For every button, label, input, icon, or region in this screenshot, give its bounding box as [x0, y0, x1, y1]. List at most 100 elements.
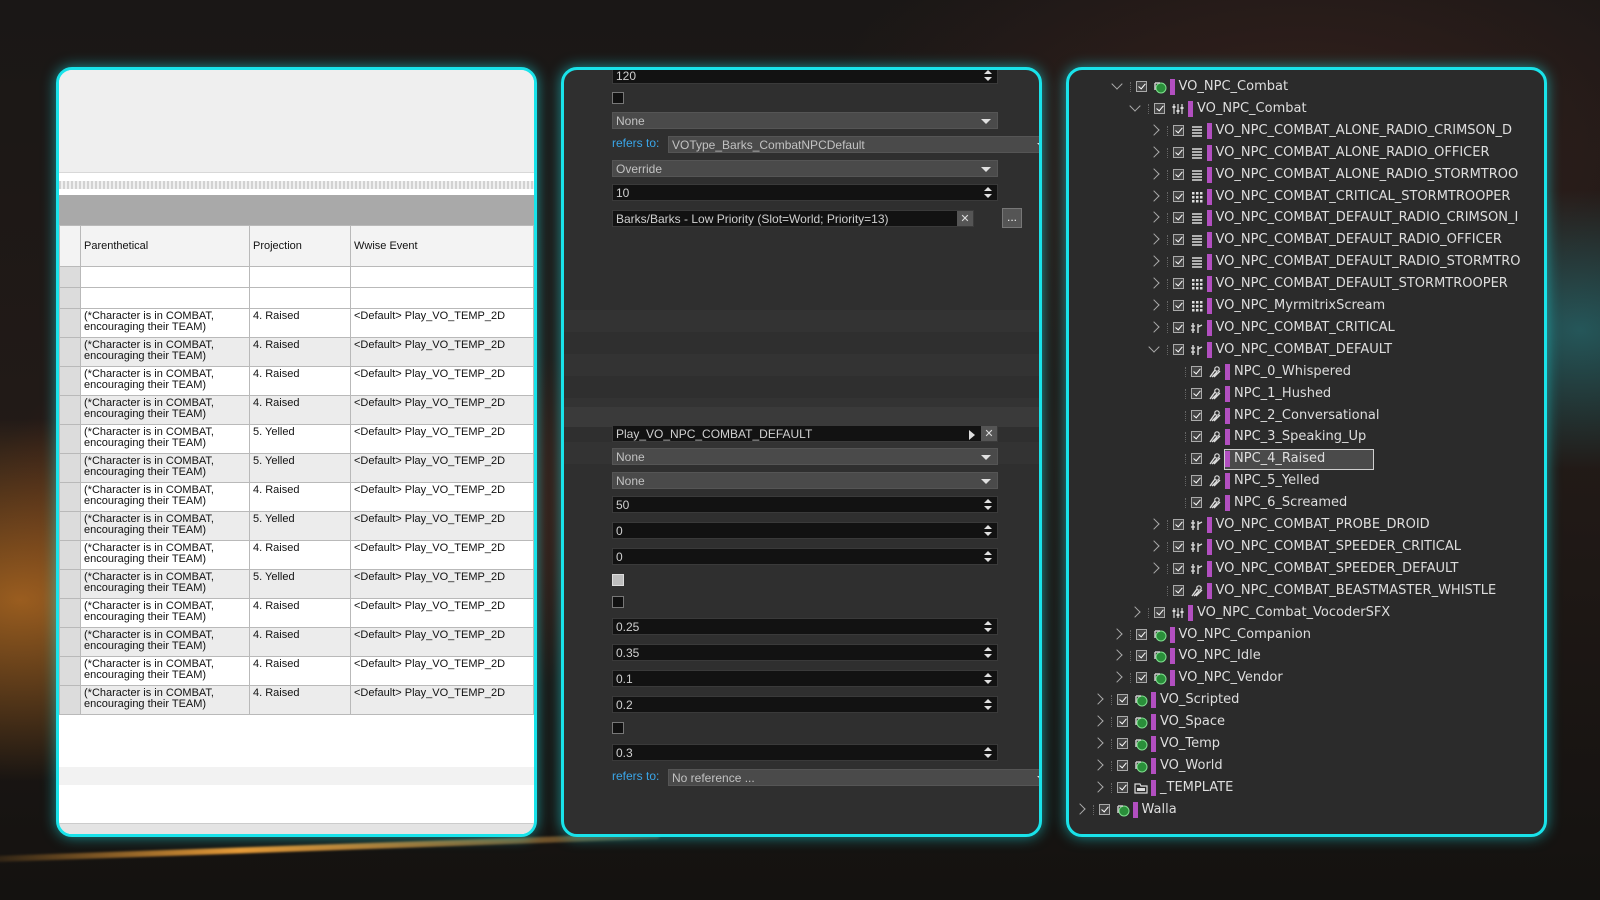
wwise-event-cell[interactable]: <Default> Play_VO_TEMP_2D	[350, 395, 534, 425]
collapse-arrow-icon[interactable]	[1110, 78, 1123, 90]
drag-handle[interactable]	[1148, 607, 1151, 618]
row-header[interactable]	[59, 482, 81, 512]
drag-handle[interactable]	[1129, 673, 1133, 684]
checkbox-checked[interactable]	[1172, 540, 1184, 552]
value-035-field[interactable]: 0.35	[612, 644, 998, 661]
projection-cell[interactable]: 4. Raised	[249, 482, 351, 512]
checkbox-checked[interactable]	[1117, 759, 1128, 771]
slot-reference-field[interactable]: Barks/Barks - Low Priority (Slot=World; …	[612, 210, 974, 227]
checkbox-checked[interactable]	[1172, 519, 1184, 530]
drag-handle[interactable]	[1166, 213, 1170, 224]
table-row[interactable]: (*Character is in COMBAT, encouraging th…	[59, 424, 534, 454]
wwise-event-cell[interactable]: <Default> Play_VO_TEMP_2D	[350, 656, 534, 686]
row-header[interactable]	[59, 511, 81, 541]
table-row[interactable]: (*Character is in COMBAT, encouraging th…	[59, 656, 534, 686]
expand-arrow-icon[interactable]	[1092, 693, 1104, 705]
wwise-event-cell[interactable]: <Default> Play_VO_TEMP_2D	[350, 569, 534, 599]
parenthetical-cell[interactable]: (*Character is in COMBAT, encouraging th…	[80, 627, 250, 657]
wwise-event-cell[interactable]: <Default> Play_VO_TEMP_2D	[350, 337, 534, 367]
wwise-event-cell[interactable]: <Default> Play_VO_TEMP_2D	[350, 511, 534, 541]
table-row[interactable]: (*Character is in COMBAT, encouraging th…	[59, 308, 534, 338]
value-02-field[interactable]: 0.2	[612, 696, 998, 713]
voice-type-reference-dropdown[interactable]: VOType_Barks_CombatNPCDefault	[668, 136, 1039, 153]
drag-handle[interactable]	[1185, 410, 1188, 421]
parenthetical-cell[interactable]: (*Character is in COMBAT, encouraging th…	[80, 366, 250, 396]
tree-item[interactable]: VO_NPC_COMBAT_CRITICAL	[1069, 318, 1544, 338]
expand-arrow-icon[interactable]	[1073, 803, 1086, 815]
checkbox-checked[interactable]	[1135, 81, 1147, 92]
parenthetical-cell[interactable]: (*Character is in COMBAT, encouraging th…	[80, 453, 250, 483]
wwise-event-cell[interactable]: <Default> Play_VO_TEMP_2D	[350, 366, 534, 396]
column-header-projection[interactable]: Projection	[249, 225, 351, 267]
checkbox-checked[interactable]	[1154, 102, 1165, 114]
column-header-parenthetical[interactable]: Parenthetical	[80, 225, 250, 267]
row-header[interactable]	[59, 685, 81, 715]
wwise-event-cell[interactable]: <Default> Play_VO_TEMP_2D	[350, 627, 534, 657]
expand-arrow-icon[interactable]	[1110, 649, 1123, 662]
checkbox-checked[interactable]	[1172, 300, 1184, 311]
table-cell[interactable]	[80, 287, 250, 309]
table-cell[interactable]	[350, 266, 534, 288]
checkbox-checked[interactable]	[1117, 781, 1128, 793]
table-cell[interactable]	[249, 266, 351, 288]
tree-item[interactable]: VO_NPC_COMBAT_SPEEDER_CRITICAL	[1069, 537, 1544, 557]
drag-handle[interactable]	[1166, 279, 1170, 290]
property-checkbox[interactable]	[612, 722, 624, 734]
value-03-field[interactable]: 0.3	[612, 744, 998, 761]
tree-item[interactable]: VO_NPC_COMBAT_ALONE_RADIO_STORMTROO	[1069, 165, 1544, 185]
value-0-field[interactable]: 0	[612, 522, 998, 539]
collapse-arrow-icon[interactable]	[1129, 100, 1141, 112]
expand-arrow-icon[interactable]	[1110, 671, 1123, 683]
table-cell[interactable]	[350, 287, 534, 309]
checkbox-checked[interactable]	[1191, 497, 1202, 509]
property-checkbox[interactable]	[612, 596, 624, 608]
projection-cell[interactable]: 4. Raised	[249, 598, 351, 628]
row-header[interactable]	[59, 453, 81, 483]
value-10-field[interactable]: 10	[612, 184, 998, 201]
tree-item[interactable]: Walla	[1069, 800, 1544, 820]
row-header[interactable]	[59, 656, 81, 686]
value-01-field[interactable]: 0.1	[612, 670, 998, 687]
tree-item[interactable]: VO_NPC_Combat	[1069, 99, 1544, 119]
tree-item[interactable]: _TEMPLATE	[1069, 778, 1544, 798]
property-checkbox-checked[interactable]	[612, 574, 624, 586]
parenthetical-cell[interactable]: (*Character is in COMBAT, encouraging th…	[80, 424, 250, 454]
drag-handle[interactable]	[1111, 760, 1114, 771]
drag-handle[interactable]	[1166, 147, 1170, 158]
drag-handle[interactable]	[1092, 804, 1096, 815]
checkbox-checked[interactable]	[1191, 475, 1202, 487]
projection-cell[interactable]: 5. Yelled	[249, 453, 351, 483]
tree-item[interactable]: VO_World	[1069, 756, 1544, 776]
expand-arrow-icon[interactable]	[1147, 211, 1160, 224]
drag-handle[interactable]	[1129, 629, 1133, 640]
checkbox-checked[interactable]	[1135, 628, 1147, 640]
table-row[interactable]: (*Character is in COMBAT, encouraging th…	[59, 540, 534, 570]
drag-handle[interactable]	[1111, 717, 1114, 728]
row-header[interactable]	[59, 598, 81, 628]
expand-arrow-icon[interactable]	[1147, 233, 1160, 245]
tree-item[interactable]: VO_NPC_COMBAT_SPEEDER_DEFAULT	[1069, 559, 1544, 579]
projection-cell[interactable]: 4. Raised	[249, 656, 351, 686]
projection-cell[interactable]: 4. Raised	[249, 308, 351, 338]
tree-item[interactable]: VO_Scripted	[1069, 690, 1544, 710]
drag-handle[interactable]	[1166, 520, 1170, 530]
tree-item[interactable]: VO_Temp	[1069, 734, 1544, 754]
drag-handle[interactable]	[1185, 476, 1188, 487]
checkbox-checked[interactable]	[1172, 562, 1184, 574]
row-header[interactable]	[59, 308, 81, 338]
tree-item-selected[interactable]: NPC_4_Raised	[1069, 449, 1544, 471]
drag-handle[interactable]	[1166, 257, 1170, 268]
expand-arrow-icon[interactable]	[1092, 759, 1104, 771]
drag-handle[interactable]	[1185, 454, 1188, 465]
tree-item[interactable]: VO_NPC_COMBAT_ALONE_RADIO_CRIMSON_D	[1069, 121, 1544, 141]
wwise-event-cell[interactable]: <Default> Play_VO_TEMP_2D	[350, 453, 534, 483]
drag-handle[interactable]	[1166, 301, 1170, 311]
tree-item[interactable]: NPC_2_Conversational	[1069, 406, 1544, 426]
expand-arrow-icon[interactable]	[1147, 277, 1160, 289]
checkbox-checked[interactable]	[1191, 431, 1202, 443]
parenthetical-cell[interactable]: (*Character is in COMBAT, encouraging th…	[80, 598, 250, 628]
checkbox-checked[interactable]	[1172, 168, 1184, 180]
clear-icon[interactable]: ✕	[981, 426, 997, 441]
checkbox-checked[interactable]	[1191, 453, 1202, 465]
checkbox-checked[interactable]	[1117, 716, 1128, 728]
